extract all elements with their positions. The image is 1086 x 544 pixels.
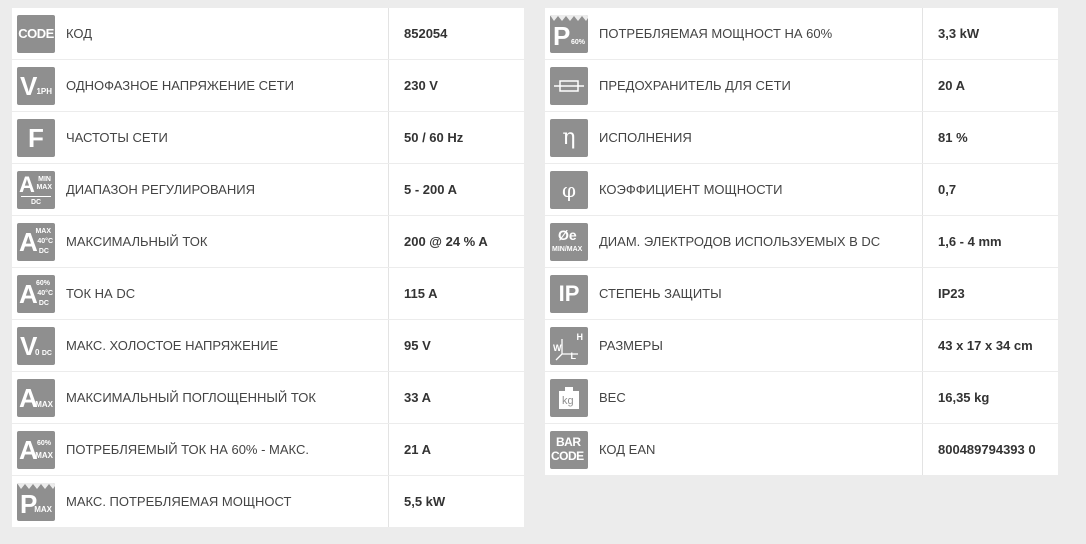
spec-row: A MAX МАКСИМАЛЬНЫЙ ПОГЛОЩЕННЫЙ ТОК 33 A: [12, 372, 524, 423]
spec-label: ПОТРЕБЛЯЕМЫЙ ТОК НА 60% - МАКС.: [66, 442, 309, 457]
power-60-icon: P 60%: [550, 14, 588, 53]
spec-label: ВЕС: [599, 390, 626, 405]
specs-left-column: CODE КОД 852054 V 1PH ОДНОФАЗНОЕ НАПРЯЖЕ…: [12, 8, 524, 528]
frequency-icon: F: [17, 118, 55, 157]
spec-label: МАКСИМАЛЬНЫЙ ТОК: [66, 234, 208, 249]
spec-label: КОД: [66, 26, 93, 41]
spec-label: ПРЕДОХРАНИТЕЛЬ ДЛЯ СЕТИ: [599, 78, 791, 93]
spec-value: 230 V: [388, 60, 524, 111]
spec-value: 21 A: [388, 424, 524, 475]
spec-value: 50 / 60 Hz: [388, 112, 524, 163]
spec-label: МАКСИМАЛЬНЫЙ ПОГЛОЩЕННЫЙ ТОК: [66, 390, 316, 405]
spec-label: РАЗМЕРЫ: [599, 338, 663, 353]
power-factor-icon: φ: [550, 170, 588, 209]
barcode-icon: BAR CODE: [550, 430, 588, 469]
max-power-icon: P MAX: [17, 482, 55, 521]
single-phase-voltage-icon: V 1PH: [17, 66, 55, 105]
regulation-range-icon: A MIN MAX DC: [17, 170, 55, 209]
spec-label: ДИАМ. ЭЛЕКТРОДОВ ИСПОЛЬЗУЕМЫХ В DC: [599, 234, 881, 249]
specs-right-column: P 60% ПОТРЕБЛЯЕМАЯ МОЩНОСТ НА 60% 3,3 kW…: [545, 8, 1058, 476]
spec-row: Øe MIN/MAX ДИАМ. ЭЛЕКТРОДОВ ИСПОЛЬЗУЕМЫХ…: [545, 216, 1058, 267]
spec-row: BAR CODE КОД EAN 800489794393 0: [545, 424, 1058, 475]
spec-value: IP23: [922, 268, 1058, 319]
spec-row: W H L РАЗМЕРЫ 43 x 17 x 34 cm: [545, 320, 1058, 371]
spec-value: 800489794393 0: [922, 424, 1058, 475]
spec-value: 3,3 kW: [922, 8, 1058, 59]
electrode-diameter-icon: Øe MIN/MAX: [550, 222, 588, 261]
spec-value: 33 A: [388, 372, 524, 423]
spec-row: η ИСПОЛНЕНИЯ 81 %: [545, 112, 1058, 163]
spec-label: ТОК НА DC: [66, 286, 136, 301]
code-icon: CODE: [17, 14, 55, 53]
spec-label: ОДНОФАЗНОЕ НАПРЯЖЕНИЕ СЕТИ: [66, 78, 294, 93]
spec-value: 95 V: [388, 320, 524, 371]
spec-value: 200 @ 24 % A: [388, 216, 524, 267]
spec-row: kg ВЕС 16,35 kg: [545, 372, 1058, 423]
spec-row: φ КОЭФФИЦИЕНТ МОЩНОСТИ 0,7: [545, 164, 1058, 215]
spec-value: 1,6 - 4 mm: [922, 216, 1058, 267]
spec-row: IP СТЕПЕНЬ ЗАЩИТЫ IP23: [545, 268, 1058, 319]
spec-row: V 1PH ОДНОФАЗНОЕ НАПРЯЖЕНИЕ СЕТИ 230 V: [12, 60, 524, 111]
spec-label: КОД EAN: [599, 442, 656, 457]
spec-label: ЧАСТОТЫ СЕТИ: [66, 130, 168, 145]
spec-row: A 60% 40°C DC ТОК НА DC 115 A: [12, 268, 524, 319]
spec-value: 20 A: [922, 60, 1058, 111]
spec-row: P MAX МАКС. ПОТРЕБЛЯЕМАЯ МОЩНОСТ 5,5 kW: [12, 476, 524, 527]
spec-label: МАКС. ПОТРЕБЛЯЕМАЯ МОЩНОСТ: [66, 494, 292, 509]
spec-row: V 0 DC МАКС. ХОЛОСТОЕ НАПРЯЖЕНИЕ 95 V: [12, 320, 524, 371]
spec-label: ПОТРЕБЛЯЕМАЯ МОЩНОСТ НА 60%: [599, 26, 833, 41]
spec-row: A MIN MAX DC ДИАПАЗОН РЕГУЛИРОВАНИЯ 5 - …: [12, 164, 524, 215]
spec-row: F ЧАСТОТЫ СЕТИ 50 / 60 Hz: [12, 112, 524, 163]
spec-row: CODE КОД 852054: [12, 8, 524, 59]
spec-row: P 60% ПОТРЕБЛЯЕМАЯ МОЩНОСТ НА 60% 3,3 kW: [545, 8, 1058, 59]
spec-row: A 60% MAX ПОТРЕБЛЯЕМЫЙ ТОК НА 60% - МАКС…: [12, 424, 524, 475]
efficiency-icon: η: [550, 118, 588, 157]
dimensions-icon: W H L: [550, 326, 588, 365]
consumed-current-60-icon: A 60% MAX: [17, 430, 55, 469]
spec-value: 5 - 200 A: [388, 164, 524, 215]
spec-value: 81 %: [922, 112, 1058, 163]
spec-row: ПРЕДОХРАНИТЕЛЬ ДЛЯ СЕТИ 20 A: [545, 60, 1058, 111]
spec-label: СТЕПЕНЬ ЗАЩИТЫ: [599, 286, 722, 301]
spec-row: A MAX 40°C DC МАКСИМАЛЬНЫЙ ТОК 200 @ 24 …: [12, 216, 524, 267]
spec-label: КОЭФФИЦИЕНТ МОЩНОСТИ: [599, 182, 783, 197]
spec-label: ИСПОЛНЕНИЯ: [599, 130, 692, 145]
spec-value: 115 A: [388, 268, 524, 319]
spec-value: 0,7: [922, 164, 1058, 215]
spec-value: 852054: [388, 8, 524, 59]
spec-value: 43 x 17 x 34 cm: [922, 320, 1058, 371]
max-current-icon: A MAX 40°C DC: [17, 222, 55, 261]
ip-protection-icon: IP: [550, 274, 588, 313]
fuse-icon: [550, 66, 588, 105]
open-circuit-voltage-icon: V 0 DC: [17, 326, 55, 365]
max-absorbed-current-icon: A MAX: [17, 378, 55, 417]
spec-label: МАКС. ХОЛОСТОЕ НАПРЯЖЕНИЕ: [66, 338, 279, 353]
spec-value: 16,35 kg: [922, 372, 1058, 423]
spec-label: ДИАПАЗОН РЕГУЛИРОВАНИЯ: [66, 182, 255, 197]
spec-value: 5,5 kW: [388, 476, 524, 527]
dc-current-icon: A 60% 40°C DC: [17, 274, 55, 313]
weight-icon: kg: [550, 378, 588, 417]
